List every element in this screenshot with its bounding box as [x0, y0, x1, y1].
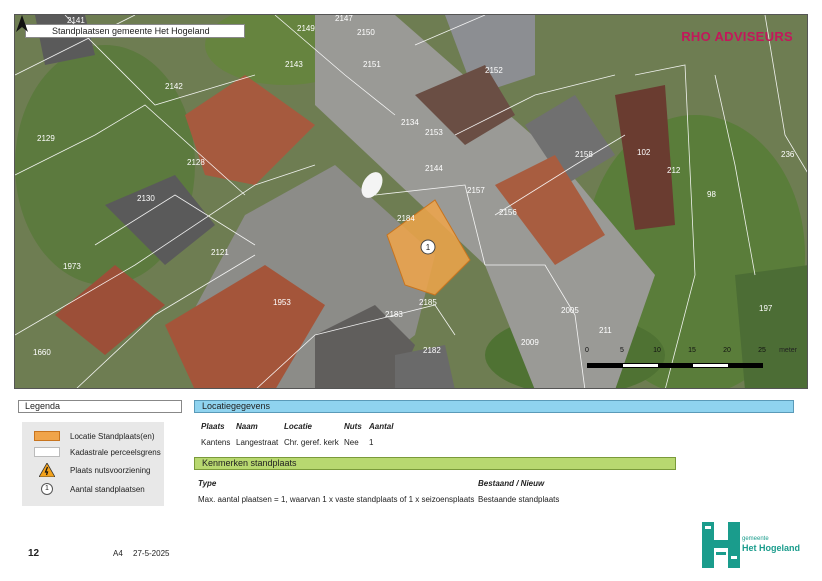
parcel-label: 197: [759, 304, 773, 313]
scale-bar: 0 5 10 15 20 25 meter: [585, 347, 797, 381]
scale-unit: meter: [779, 347, 797, 354]
parcel-label: 2147: [335, 15, 353, 23]
map-canvas: 2141 21472149 2150215121432142212921282130…: [15, 15, 807, 388]
locatie-header: Locatiegegevens: [194, 400, 794, 413]
legend-label: Aantal standplaatsen: [70, 484, 145, 494]
parcel-label: 2150: [357, 28, 375, 37]
legend-item-location: Locatie Standplaats(en): [34, 431, 155, 441]
parcel-label: 236: [781, 150, 795, 159]
parcel-label: 2143: [285, 60, 303, 69]
legend-box: Locatie Standplaats(en) Kadastrale perce…: [22, 422, 164, 506]
page-number: 12: [28, 548, 40, 559]
warning-icon: [34, 463, 60, 477]
parcel-label: 2128: [187, 158, 205, 167]
parcel-label: 2182: [423, 346, 441, 355]
logo-text-big: Het Hogeland: [742, 543, 801, 553]
col-plaats: Plaats: [201, 422, 225, 431]
parcel-label: 211: [599, 326, 612, 335]
white-swatch-icon: [34, 447, 60, 457]
parcel-label: 2149: [297, 24, 315, 33]
parcel-label: 2009: [521, 338, 539, 347]
parcel-label: 1953: [273, 298, 291, 307]
parcel-label: 2184: [397, 214, 415, 223]
col-aantal: Aantal: [369, 422, 394, 431]
parcel-label: 2158: [575, 150, 593, 159]
parcel-label: 2121: [211, 248, 229, 257]
parcel-label: 1973: [63, 262, 81, 271]
parcel-label: 2129: [37, 134, 55, 143]
marker-number: 1: [426, 243, 431, 252]
scale-tick: 20: [723, 347, 731, 354]
parcel-label: 212: [667, 166, 681, 175]
logo-text-small: gemeente: [742, 536, 769, 542]
legend-label: Locatie Standplaats(en): [70, 431, 155, 441]
parcel-label: 2183: [385, 310, 403, 319]
parcel-label: 1660: [33, 348, 51, 357]
scale-tick: 0: [585, 347, 589, 354]
legend-title: Legenda: [18, 400, 182, 413]
gemeente-logo-icon: [702, 522, 740, 568]
col-nuts: Nuts: [344, 422, 362, 431]
paper-format: A4: [113, 549, 123, 558]
parcel-label: 98: [707, 190, 716, 199]
aerial-map: 2141 2147 2149 2150 2151 2143 2142 2129 2128 2130…: [14, 14, 808, 389]
scale-tick: 10: [653, 347, 661, 354]
parcel-label: 2157: [467, 186, 485, 195]
legend-label: Plaats nutsvoorziening: [70, 465, 151, 475]
parcel-label: 2134: [401, 118, 419, 127]
parcel-label: 102: [637, 148, 651, 157]
parcel-label: 2151: [363, 60, 381, 69]
parcel-label: 2185: [419, 298, 437, 307]
parcel-label: 2156: [499, 208, 517, 217]
date: 27-5-2025: [133, 549, 170, 558]
scale-tick: 5: [620, 347, 624, 354]
parcel-label: 2144: [425, 164, 443, 173]
cell-aantal: 1: [369, 438, 374, 447]
orange-swatch-icon: [34, 431, 60, 441]
col-locatie: Locatie: [284, 422, 313, 431]
scale-tick: 15: [688, 347, 696, 354]
cell-locatie: Chr. geref. kerk: [284, 438, 339, 447]
scale-tick: 25: [758, 347, 766, 354]
parcel-label: 2152: [485, 66, 503, 75]
cell-plaats: Kantens: [201, 438, 231, 447]
parcel-label: 2005: [561, 306, 579, 315]
cell-nuts: Nee: [344, 438, 359, 447]
parcel-label: 2130: [137, 194, 155, 203]
cell-naam: Langestraat: [236, 438, 279, 447]
cell-type: Max. aantal plaatsen = 1, waarvan 1 x va…: [198, 495, 475, 504]
parcel-label: 2142: [165, 82, 183, 91]
brand-logo: RHO ADVISEURS: [681, 29, 793, 44]
cell-bestaand: Bestaande standplaats: [478, 495, 560, 504]
legend-item-count: 1 Aantal standplaatsen: [34, 483, 145, 495]
col-type: Type: [198, 479, 217, 488]
legend-item-utility: Plaats nutsvoorziening: [34, 463, 151, 477]
north-arrow-icon: [16, 15, 28, 32]
kenmerken-header: Kenmerken standplaats: [194, 457, 676, 470]
legend-item-parcel: Kadastrale perceelsgrens: [34, 447, 161, 457]
col-naam: Naam: [236, 422, 258, 431]
legend-label: Kadastrale perceelsgrens: [70, 447, 161, 457]
col-bestaand: Bestaand / Nieuw: [478, 479, 545, 488]
circle-number-icon: 1: [41, 483, 53, 495]
map-title: Standplaatsen gemeente Het Hogeland: [25, 24, 245, 38]
parcel-label: 2153: [425, 128, 443, 137]
